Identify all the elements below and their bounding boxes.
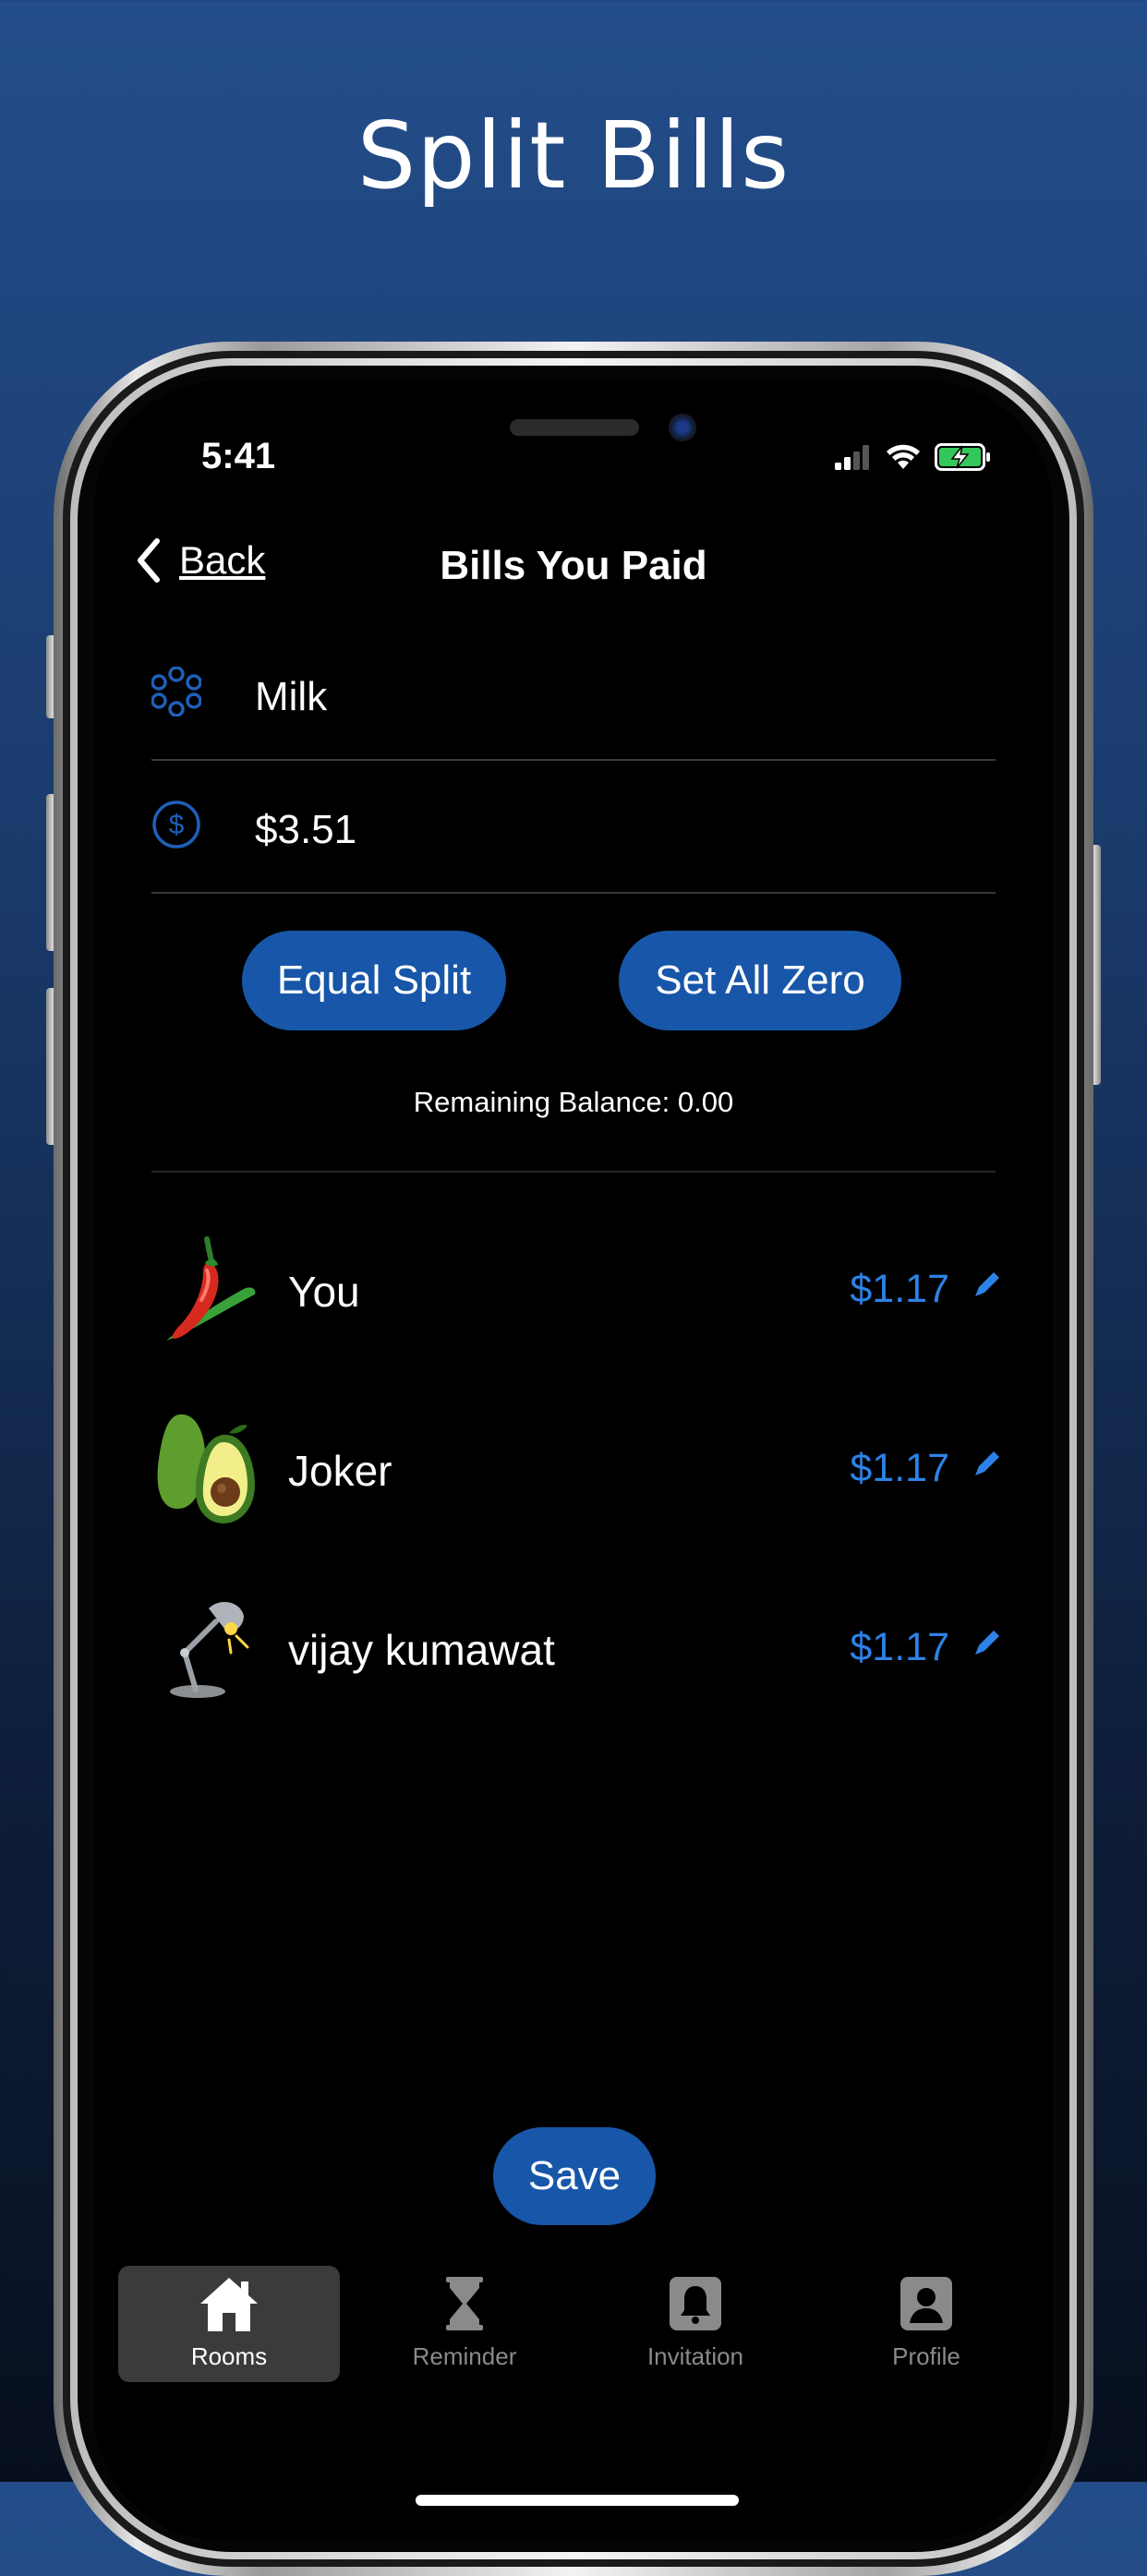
tab-label: Reminder <box>412 2342 517 2370</box>
tab-invitation[interactable]: Invitation <box>580 2266 811 2382</box>
tab-bar: Rooms Reminder Invitation Profile <box>118 2266 1042 2382</box>
amount-field[interactable]: $ $3.51 <box>151 763 996 894</box>
member-row[interactable]: You $1.17 <box>151 1230 1001 1359</box>
dollar-circle-icon: $ <box>152 800 200 849</box>
bell-icon <box>670 2277 721 2330</box>
member-amount: $1.17 <box>850 1267 949 1311</box>
pencil-icon[interactable] <box>972 1629 1001 1658</box>
amount-value: $3.51 <box>255 807 357 852</box>
avocado-avatar <box>157 1414 255 1523</box>
member-row[interactable]: Joker $1.17 <box>151 1409 1001 1538</box>
tab-profile[interactable]: Profile <box>811 2266 1042 2382</box>
member-name: Joker <box>288 1447 392 1495</box>
desk-lamp-avatar <box>170 1602 249 1698</box>
set-all-zero-button[interactable]: Set All Zero <box>619 931 901 1030</box>
pencil-icon[interactable] <box>972 1450 1001 1479</box>
wifi-icon <box>887 444 920 469</box>
item-name-field[interactable]: Milk <box>151 630 996 761</box>
chili-pepper-avatar <box>166 1236 256 1341</box>
flower-icon <box>151 667 201 716</box>
save-button[interactable]: Save <box>493 2127 656 2225</box>
profile-icon <box>900 2277 952 2330</box>
member-amount: $1.17 <box>850 1625 949 1669</box>
tab-label: Profile <box>892 2342 960 2370</box>
hourglass-icon <box>446 2277 483 2330</box>
tab-rooms[interactable]: Rooms <box>118 2266 340 2382</box>
member-name: vijay kumawat <box>288 1626 555 1674</box>
section-divider <box>151 1171 996 1173</box>
battery-charging-icon <box>935 443 990 471</box>
tab-label: Invitation <box>646 2342 744 2370</box>
member-row[interactable]: vijay kumawat $1.17 <box>151 1588 1001 1717</box>
status-time: 5:41 <box>201 436 276 476</box>
phone-screen: 5:41 Back Bills You Paid Milk $ $3.51 Eq… <box>94 380 1053 2541</box>
status-icons <box>835 443 992 471</box>
member-amount: $1.17 <box>850 1446 949 1490</box>
cellular-signal-icon <box>835 445 869 470</box>
remaining-balance: Remaining Balance: 0.00 <box>413 1086 734 1118</box>
earpiece-speaker <box>510 419 639 436</box>
marketing-headline: Split Bills <box>356 102 791 210</box>
tab-reminder[interactable]: Reminder <box>349 2266 580 2382</box>
member-name: You <box>288 1268 360 1316</box>
pencil-icon[interactable] <box>972 1270 1001 1300</box>
home-icon <box>200 2278 258 2331</box>
page-title: Bills You Paid <box>440 543 707 588</box>
svg-text:$: $ <box>169 810 185 840</box>
equal-split-button[interactable]: Equal Split <box>242 931 506 1030</box>
home-indicator[interactable] <box>416 2495 739 2506</box>
item-name-value: Milk <box>255 674 328 719</box>
front-camera <box>669 414 696 441</box>
tab-label: Rooms <box>190 2342 268 2370</box>
